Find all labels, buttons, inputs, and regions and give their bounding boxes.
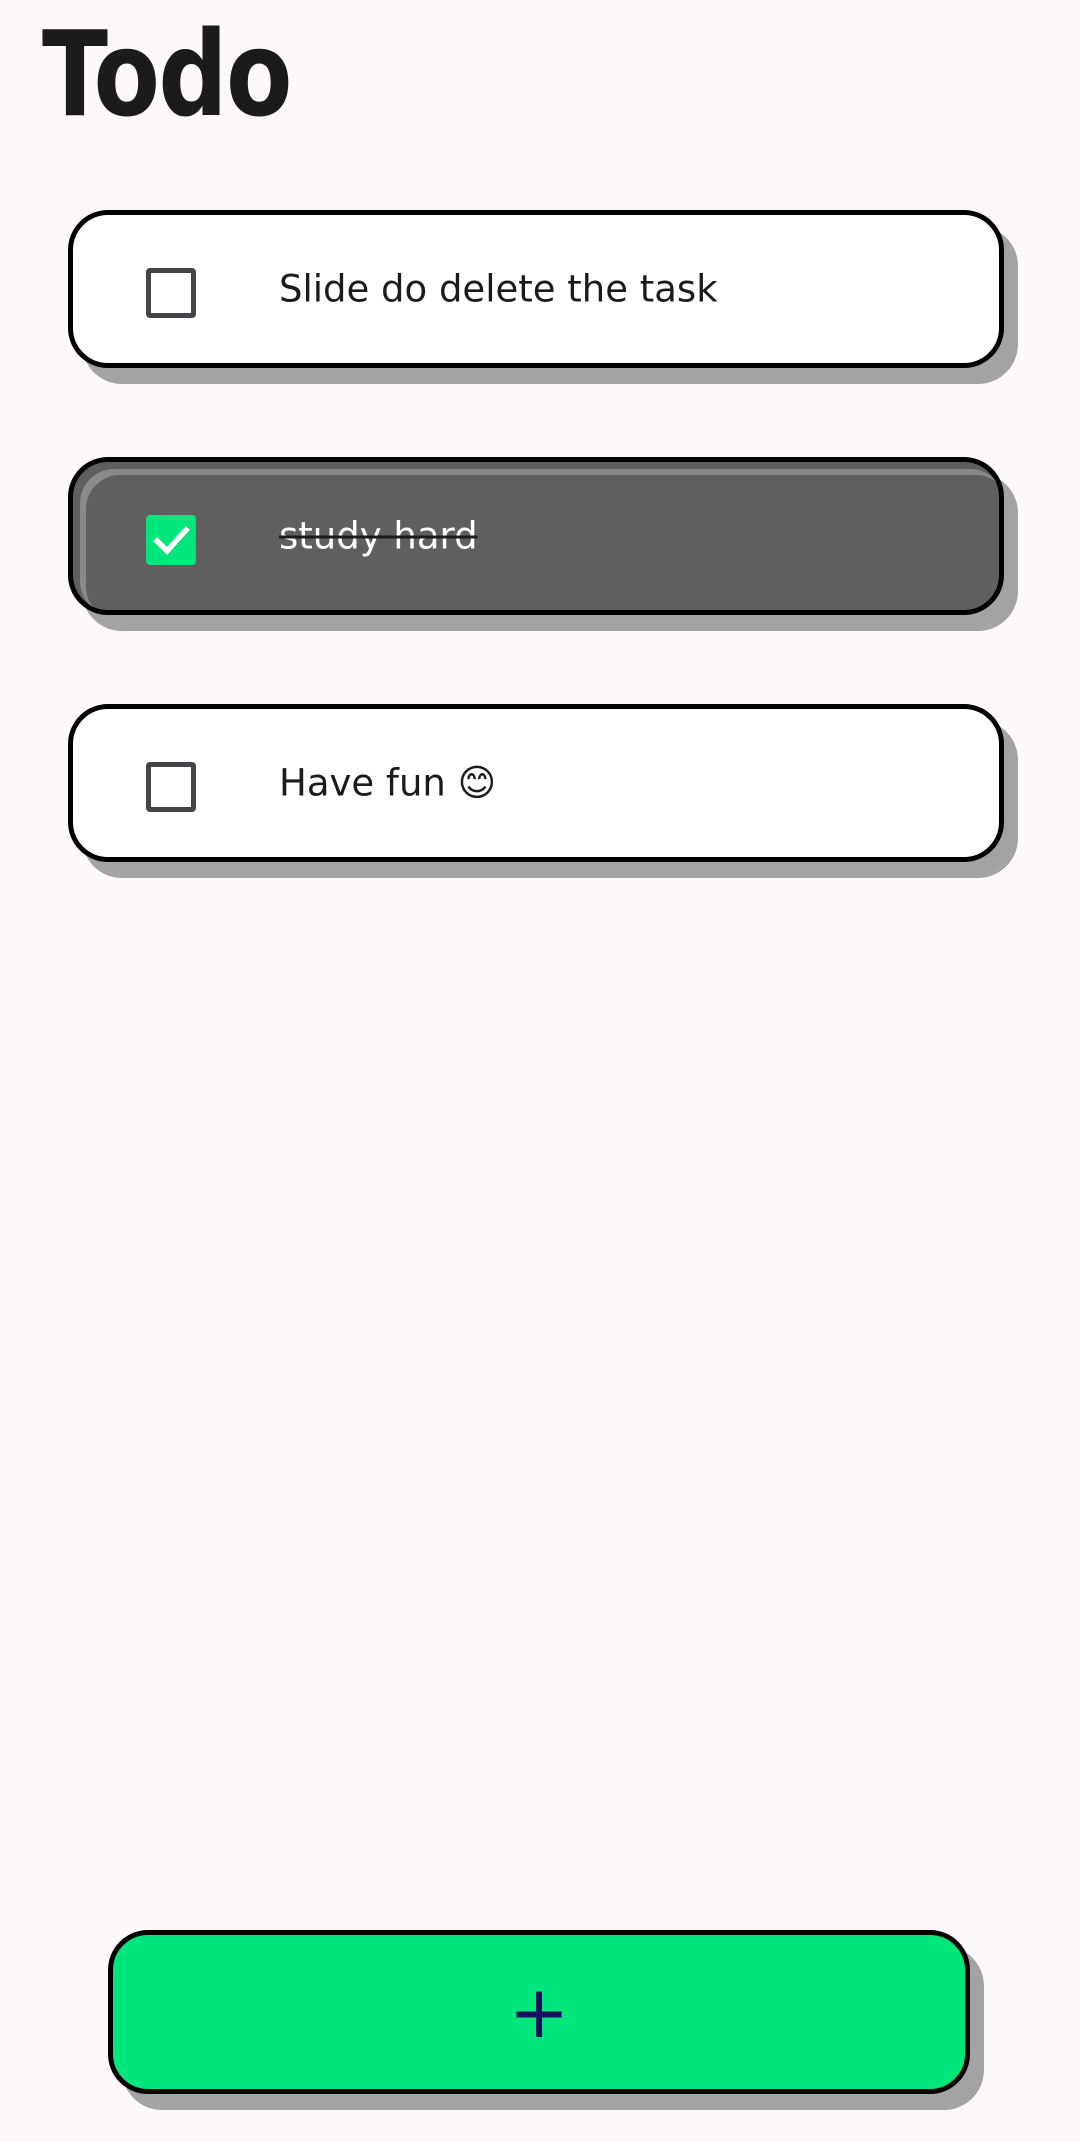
task-label: Slide do delete the task xyxy=(279,267,718,311)
task-checkbox[interactable] xyxy=(146,515,196,565)
plus-icon: + xyxy=(508,1970,570,2054)
task-item[interactable]: Slide do delete the task xyxy=(68,210,1004,368)
task-item[interactable]: study hard xyxy=(68,457,1004,615)
task-checkbox[interactable] xyxy=(146,268,196,318)
task-item[interactable]: Have fun 😊 xyxy=(68,704,1004,862)
page-title: Todo xyxy=(42,5,292,143)
task-label: study hard xyxy=(279,514,478,558)
add-task-button[interactable]: + xyxy=(108,1930,970,2094)
task-checkbox[interactable] xyxy=(146,762,196,812)
task-label: Have fun 😊 xyxy=(279,761,497,805)
checkmark-icon xyxy=(153,526,190,555)
